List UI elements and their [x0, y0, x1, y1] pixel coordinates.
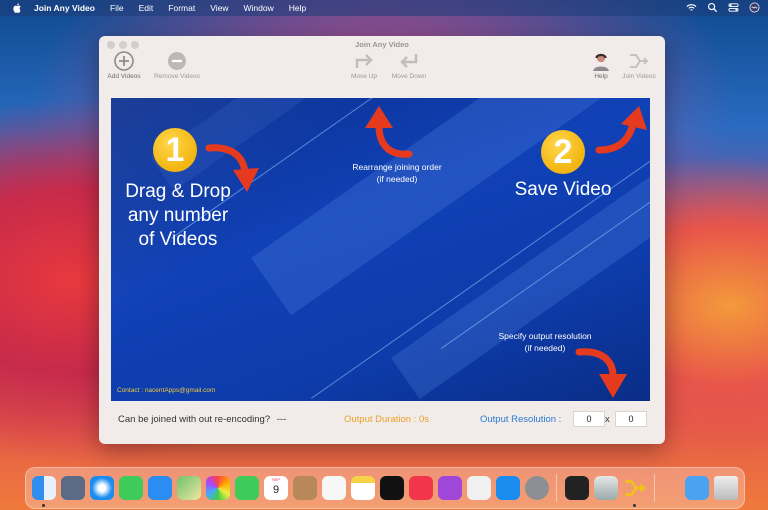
control-center-icon[interactable]: [728, 2, 739, 13]
apple-menu-icon[interactable]: [12, 3, 22, 13]
step-1-line-2: any number: [127, 205, 229, 226]
safari-icon[interactable]: [90, 476, 114, 500]
rearrange-arrow-icon: [365, 106, 413, 158]
reminders-icon[interactable]: [322, 476, 346, 500]
resolution-hint-line-1: Specify output resolution: [498, 331, 592, 341]
facetime-icon[interactable]: [235, 476, 259, 500]
menu-window[interactable]: Window: [244, 3, 274, 13]
join-app-icon: [625, 480, 646, 496]
join-videos-button[interactable]: Join Videos: [618, 50, 660, 80]
add-videos-label: Add Videos: [107, 73, 141, 80]
output-duration: Output Duration : 0s: [344, 414, 430, 425]
downloads-folder-icon[interactable]: [685, 476, 709, 500]
step-1-badge: 1: [153, 128, 197, 172]
dock-separator: [556, 474, 557, 502]
move-down-label: Move Down: [391, 73, 427, 80]
contact-email[interactable]: Contact : nacentApps@gmail.com: [117, 387, 215, 394]
step-2-label: Save Video: [514, 179, 612, 200]
output-resolution-label: Output Resolution :: [480, 414, 562, 425]
menu-format[interactable]: Format: [168, 3, 195, 13]
step-1-line-3: of Videos: [138, 229, 218, 250]
join-any-video-icon[interactable]: [623, 476, 647, 500]
video-drop-area[interactable]: 1 Drag & Drop any number of Videos Rearr…: [111, 98, 650, 401]
menu-help[interactable]: Help: [289, 3, 306, 13]
menu-app-name[interactable]: Join Any Video: [34, 3, 95, 13]
resolution-width-field[interactable]: 0: [573, 411, 605, 427]
calendar-month: SEP: [271, 477, 280, 482]
calendar-day: 9: [272, 484, 280, 496]
terminal-icon[interactable]: [565, 476, 589, 500]
move-down-icon: [400, 54, 418, 68]
launchpad-icon[interactable]: [61, 476, 85, 500]
remove-icon: [168, 52, 186, 70]
system-preferences-icon[interactable]: [525, 476, 549, 500]
step-1-line-1: Drag & Drop: [125, 181, 231, 202]
menu-view[interactable]: View: [210, 3, 228, 13]
move-up-icon: [355, 54, 373, 68]
window-title: Join Any Video: [355, 40, 409, 49]
maps-icon[interactable]: [177, 476, 201, 500]
resolution-arrow-icon: [575, 348, 627, 398]
background-streak: [251, 98, 650, 316]
reencode-value: ---: [276, 414, 287, 425]
dock: SEP 9: [25, 467, 745, 509]
rearrange-line-2: (if needed): [376, 174, 418, 184]
move-up-label: Move Up: [350, 73, 377, 80]
search-icon[interactable]: [707, 2, 718, 13]
help-label: Help: [594, 73, 608, 80]
calendar-icon[interactable]: SEP 9: [264, 476, 288, 500]
add-videos-button[interactable]: Add Videos: [104, 50, 144, 80]
menu-bar: Join Any Video File Edit Format View Win…: [0, 0, 768, 16]
app-window: Join Any Video Add Videos Remove Videos …: [99, 36, 665, 444]
remove-videos-button[interactable]: Remove Videos: [152, 50, 202, 80]
help-person-icon: [593, 53, 609, 71]
add-icon: [114, 51, 134, 71]
wifi-icon[interactable]: [686, 2, 697, 13]
reencode-status: Can be joined with out re-encoding? ---: [118, 414, 286, 425]
messages-icon[interactable]: [119, 476, 143, 500]
dock-separator: [654, 474, 655, 502]
music-icon[interactable]: [409, 476, 433, 500]
resolution-separator: x: [605, 414, 610, 425]
preview-icon[interactable]: [594, 476, 618, 500]
news-icon[interactable]: [467, 476, 491, 500]
reencode-label: Can be joined with out re-encoding?: [118, 414, 271, 425]
podcasts-icon[interactable]: [438, 476, 462, 500]
status-bar: Can be joined with out re-encoding? --- …: [99, 408, 665, 430]
step-2-badge: 2: [541, 130, 585, 174]
rearrange-line-1: Rearrange joining order: [352, 162, 442, 172]
move-up-button[interactable]: Move Up: [347, 50, 381, 80]
help-button[interactable]: Help: [589, 50, 613, 80]
join-icon: [630, 54, 649, 68]
app-store-icon[interactable]: [496, 476, 520, 500]
trash-icon[interactable]: [714, 476, 738, 500]
photos-icon[interactable]: [206, 476, 230, 500]
mail-icon[interactable]: [148, 476, 172, 500]
join-videos-label: Join Videos: [622, 73, 656, 80]
tv-icon[interactable]: [380, 476, 404, 500]
resolution-height-field[interactable]: 0: [615, 411, 647, 427]
menu-file[interactable]: File: [110, 3, 124, 13]
remove-videos-label: Remove Videos: [154, 73, 200, 80]
notes-icon[interactable]: [351, 476, 375, 500]
contacts-icon[interactable]: [293, 476, 317, 500]
menu-edit[interactable]: Edit: [139, 3, 154, 13]
running-indicator: [42, 504, 45, 507]
step-2-arrow-icon: [595, 106, 647, 154]
running-indicator: [633, 504, 636, 507]
siri-icon[interactable]: [749, 2, 760, 13]
move-down-button[interactable]: Move Down: [387, 50, 431, 80]
finder-icon[interactable]: [32, 476, 56, 500]
